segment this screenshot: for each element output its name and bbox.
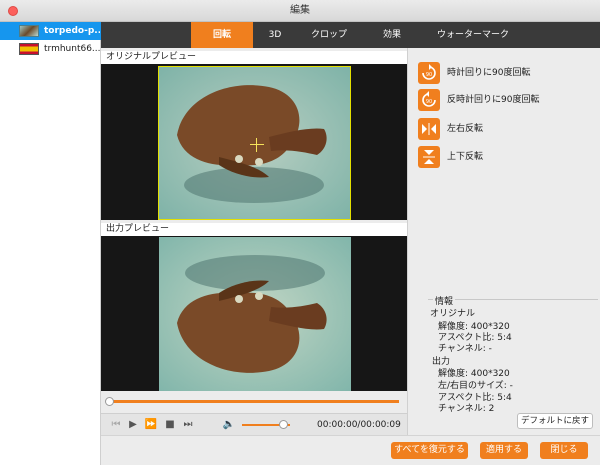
output-preview — [101, 236, 407, 391]
close-button[interactable]: 閉じる — [540, 442, 588, 459]
stop-icon[interactable]: ■ — [163, 418, 177, 432]
rotate-panel: 90 時計回りに90度回転 90 反時計回りに90度回転 左右反転 上下反転 情… — [407, 48, 600, 435]
flip-horizontal-label: 左右反転 — [447, 124, 484, 134]
svg-text:90: 90 — [426, 99, 432, 105]
flip-vertical-button[interactable]: 上下反転 — [418, 146, 578, 168]
rotate-ccw-label: 反時計回りに90度回転 — [447, 95, 540, 105]
original-video-frame[interactable] — [158, 66, 351, 220]
window-title: 編集 — [290, 5, 310, 16]
tab-watermark[interactable]: ウォーターマーク — [423, 22, 523, 48]
flip-horizontal-icon — [418, 118, 440, 140]
rotate-ccw-button[interactable]: 90 反時計回りに90度回転 — [418, 89, 578, 111]
info-original-channel: チャンネル: - — [438, 344, 492, 354]
rotate-cw-label: 時計回りに90度回転 — [447, 68, 531, 78]
title-bar: 編集 — [0, 0, 600, 22]
volume-icon[interactable]: 🔈 — [222, 418, 236, 432]
player-controls: ⏮ ▶ ⏩ ■ ⏭ 🔈 00:00:00/00:00:09 — [101, 413, 407, 435]
file-item-torpedo[interactable]: torpedo-p... — [0, 22, 101, 40]
play-icon[interactable]: ▶ — [126, 418, 140, 432]
original-preview — [101, 64, 407, 220]
tab-3d[interactable]: 3D — [253, 22, 297, 48]
fish-image — [159, 237, 351, 391]
volume-handle[interactable] — [278, 420, 288, 429]
tab-effects[interactable]: 効果 — [361, 22, 423, 48]
skip-forward-icon[interactable]: ⏭ — [181, 418, 195, 432]
edit-tabs: 回転 3D クロップ 効果 ウォーターマーク — [101, 22, 600, 48]
original-preview-label: オリジナルプレビュー — [101, 51, 407, 64]
flip-vertical-label: 上下反転 — [447, 152, 484, 162]
skip-back-icon[interactable]: ⏮ — [109, 418, 123, 432]
timecode: 00:00:00/00:00:09 — [317, 420, 401, 430]
tab-rotate[interactable]: 回転 — [191, 22, 253, 48]
seek-handle[interactable] — [105, 397, 114, 406]
info-original-header: オリジナル — [430, 309, 476, 319]
bottom-action-bar: すべてを復元する 適用する 閉じる — [101, 435, 600, 465]
flip-horizontal-button[interactable]: 左右反転 — [418, 118, 578, 140]
rotate-cw-button[interactable]: 90 時計回りに90度回転 — [418, 62, 578, 84]
info-output-channel: チャンネル: 2 — [438, 404, 495, 414]
center-crosshair-icon — [250, 138, 264, 152]
seek-track[interactable] — [109, 400, 399, 403]
apply-button[interactable]: 適用する — [480, 442, 528, 459]
restore-all-button[interactable]: すべてを復元する — [391, 442, 468, 459]
reset-default-button[interactable]: デフォルトに戻す — [517, 413, 593, 429]
file-name: torpedo-p... — [44, 26, 100, 36]
video-thumbnail — [19, 43, 39, 55]
rotate-cw-icon: 90 — [418, 62, 440, 84]
tab-crop[interactable]: クロップ — [297, 22, 361, 48]
svg-text:90: 90 — [426, 72, 432, 78]
file-list: torpedo-p... trmhunt66... — [0, 22, 101, 465]
file-item-trmhunt[interactable]: trmhunt66... — [0, 40, 101, 58]
fast-forward-icon[interactable]: ⏩ — [144, 418, 158, 432]
output-preview-label: 出力プレビュー — [101, 223, 407, 236]
seek-bar[interactable] — [101, 391, 407, 413]
flip-vertical-icon — [418, 146, 440, 168]
file-name: trmhunt66... — [44, 44, 100, 54]
video-thumbnail — [19, 25, 39, 37]
rotate-ccw-icon: 90 — [418, 89, 440, 111]
preview-pane: オリジナルプレビュー 出力プレビュー — [101, 48, 407, 413]
output-video-frame — [159, 237, 351, 391]
edit-window: 編集 torpedo-p... trmhunt66... 回転 3D クロップ … — [0, 0, 600, 465]
